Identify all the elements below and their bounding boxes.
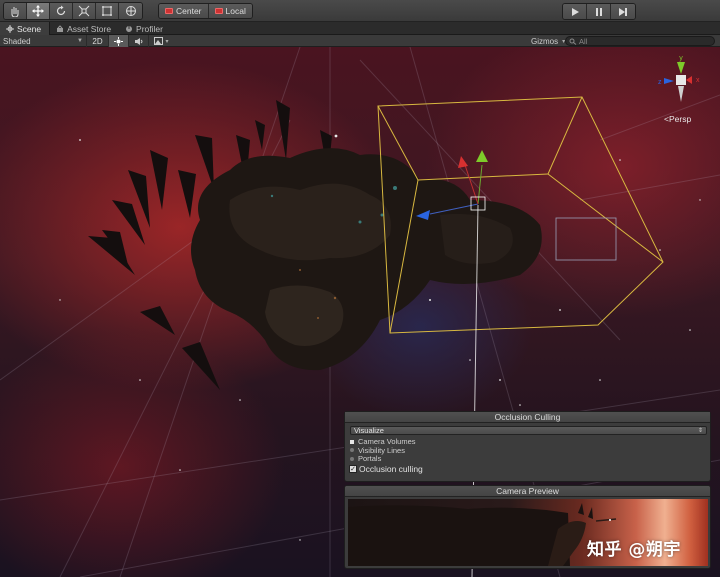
pivot-icon — [165, 8, 173, 14]
chevron-down-icon: ▼ — [77, 38, 83, 44]
scene-icon — [6, 24, 14, 33]
pivot-local-label: Local — [225, 6, 246, 16]
y-axis-handle[interactable] — [476, 150, 488, 162]
checkmark-icon[interactable]: ✓ — [349, 465, 357, 473]
gizmo-neg-y-cone[interactable] — [678, 86, 684, 102]
option-portals[interactable]: Portals — [350, 454, 381, 463]
effects-dropdown[interactable]: ▾ — [148, 35, 174, 47]
option-portals-label: Portals — [358, 454, 382, 463]
move-tool-button[interactable] — [27, 3, 50, 19]
gizmos-label: Gizmos — [531, 36, 559, 46]
gizmo-x-cone[interactable] — [686, 76, 692, 84]
axis-gizmo[interactable]: y x z — [650, 52, 712, 112]
gizmo-center-cube[interactable] — [676, 75, 686, 85]
pivot-center-label: Center — [176, 6, 202, 16]
pivot-center-button[interactable]: Center — [159, 4, 209, 18]
scene-toolbar: Shaded ▼ 2D ▾ Gizmos ▾ All — [0, 35, 720, 47]
tab-asset-store[interactable]: Asset Store — [50, 22, 119, 35]
camera-volume-rect — [555, 217, 617, 261]
2d-toggle-button[interactable]: 2D — [86, 35, 108, 47]
play-icon — [571, 7, 579, 16]
hand-tool-button[interactable] — [4, 3, 27, 19]
gizmos-dropdown[interactable]: Gizmos ▾ — [528, 35, 565, 47]
audio-icon — [134, 37, 142, 45]
2d-toggle-label: 2D — [92, 36, 103, 46]
draw-mode-dropdown[interactable]: Shaded ▼ — [0, 35, 86, 47]
pause-icon — [595, 7, 602, 16]
pivot-controls: Center Local — [158, 3, 253, 19]
floating-island — [191, 148, 542, 371]
tab-strip: Scene Asset Store Profiler — [0, 22, 720, 35]
tab-profiler[interactable]: Profiler — [119, 22, 171, 35]
pause-button[interactable] — [587, 4, 611, 19]
store-icon — [57, 24, 64, 32]
occlusion-culling-checkbox[interactable]: ✓ Occlusion culling — [349, 464, 423, 474]
play-button[interactable] — [563, 4, 587, 19]
search-placeholder: All — [579, 36, 588, 46]
projection-toggle[interactable]: <Persp — [664, 114, 691, 124]
play-controls — [562, 3, 636, 20]
x-axis-handle[interactable] — [458, 156, 468, 168]
step-icon — [619, 7, 627, 16]
toggle-off-icon — [350, 456, 354, 461]
transform-icon — [125, 6, 136, 16]
search-icon — [569, 38, 577, 45]
watermark-text: 知乎 @朔宇 — [587, 540, 681, 560]
visualize-dropdown[interactable]: Visualize ⇕ — [350, 426, 707, 435]
transform-tool-button[interactable] — [119, 3, 142, 19]
chevron-updown-icon: ⇕ — [697, 428, 703, 434]
lighting-toggle-button[interactable] — [108, 35, 128, 47]
toggle-off-icon — [350, 448, 354, 452]
move-icon — [32, 5, 44, 17]
visualize-label: Visualize — [354, 426, 384, 435]
transform-tools — [3, 2, 143, 20]
occlusion-culling-label: Occlusion culling — [359, 464, 423, 474]
audio-toggle-button[interactable] — [128, 35, 148, 47]
camera-preview-title: Camera Preview — [345, 486, 710, 497]
scale-icon — [78, 5, 90, 17]
rotate-tool-button[interactable] — [50, 3, 73, 19]
gizmo-z-label: z — [658, 79, 662, 86]
chevron-down-icon: ▾ — [165, 38, 169, 45]
occlusion-panel-title: Occlusion Culling — [345, 412, 710, 423]
projection-label: Persp — [668, 114, 692, 124]
local-space-icon — [214, 8, 223, 14]
scale-tool-button[interactable] — [73, 3, 96, 19]
pivot-local-button[interactable]: Local — [208, 4, 252, 18]
tab-scene-label: Scene — [17, 23, 42, 34]
tab-scene[interactable]: Scene — [0, 22, 51, 35]
rect-tool-button[interactable] — [96, 3, 119, 19]
rect-icon — [102, 6, 112, 16]
image-icon — [154, 37, 164, 45]
gizmo-x-label: x — [696, 77, 700, 84]
main-toolbar: Center Local — [0, 0, 720, 22]
step-button[interactable] — [611, 4, 635, 19]
tab-asset-store-label: Asset Store — [67, 23, 112, 34]
draw-mode-label: Shaded — [3, 36, 31, 46]
toggle-on-icon — [350, 439, 354, 444]
hand-icon — [11, 7, 19, 17]
sun-icon — [114, 36, 123, 46]
gizmo-y-label: y — [679, 55, 683, 62]
occlusion-culling-panel: Occlusion Culling Visualize ⇕ Camera Vol… — [344, 411, 711, 482]
gizmo-z-cone[interactable] — [664, 78, 674, 84]
hierarchy-search-input[interactable]: All — [565, 36, 715, 46]
tab-profiler-label: Profiler — [136, 23, 163, 34]
profiler-icon — [126, 25, 133, 32]
rotate-icon — [56, 5, 66, 16]
gizmo-y-cone[interactable] — [677, 62, 685, 74]
